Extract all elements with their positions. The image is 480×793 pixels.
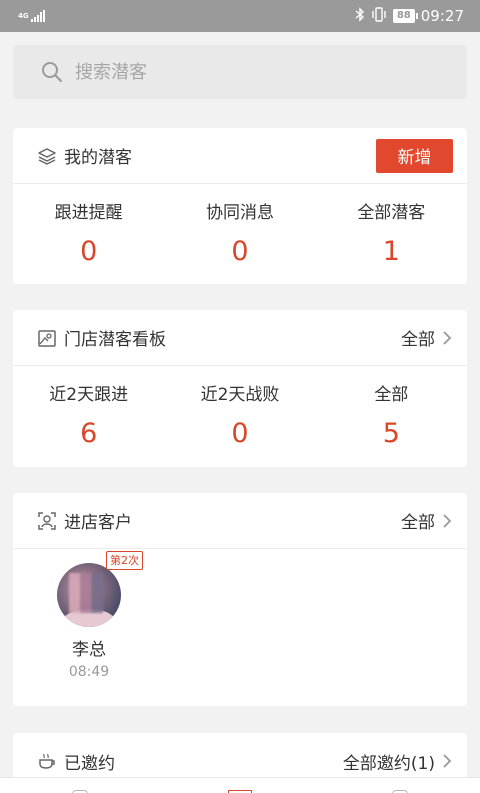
store-visitors-header: 进店客户 全部: [13, 493, 467, 549]
network-label: 4G: [18, 11, 29, 20]
link-label: 全部邀约(1): [342, 753, 435, 774]
chevron-right-icon: [443, 330, 452, 345]
invited-all-link[interactable]: 全部邀约(1): [343, 749, 453, 774]
stat-label: 协同消息: [205, 203, 274, 223]
my-leads-stats: 跟进提醒 0 协同消息 0 全部潜客 1: [13, 184, 467, 284]
stat-value: 5: [382, 418, 400, 449]
stat-value: 0: [231, 418, 249, 449]
store-board-stats: 近2天跟进 6 近2天战败 0 全部 5: [13, 366, 467, 466]
stat-value: 6: [80, 418, 98, 449]
vibrate-icon: [371, 7, 387, 25]
customer-name: 李总: [72, 640, 106, 660]
store-visitors-all-link[interactable]: 全部: [401, 508, 453, 533]
stat-recent-followups[interactable]: 近2天跟进 6: [13, 380, 164, 466]
clock: 09:27: [420, 7, 464, 25]
stat-all[interactable]: 全部 5: [316, 380, 467, 466]
store-visitors-card: 进店客户 全部 第2次 李总 08:49: [13, 493, 467, 706]
customer-item[interactable]: 第2次 李总 08:49: [49, 551, 143, 680]
add-lead-button[interactable]: 新增: [376, 138, 453, 173]
face-scan-icon: [38, 511, 56, 530]
search-icon: [42, 62, 62, 82]
stat-label: 跟进提醒: [54, 203, 123, 223]
stat-recent-lost[interactable]: 近2天战败 0: [164, 380, 315, 466]
chevron-right-icon: [443, 754, 452, 768]
stat-label: 近2天跟进: [49, 385, 129, 405]
avatar: [57, 563, 121, 627]
coffee-cup-icon: [39, 753, 55, 769]
chevron-right-icon: [443, 513, 452, 528]
stat-collab-messages[interactable]: 协同消息 0: [164, 198, 315, 284]
signal-icon: [30, 10, 45, 22]
bluetooth-icon: [355, 7, 365, 25]
my-leads-card: 我的潜客 新增 跟进提醒 0 协同消息 0 全部潜客 1: [13, 128, 467, 284]
board-icon: [38, 329, 56, 347]
search-bar[interactable]: [13, 45, 467, 99]
store-board-title: 门店潜客看板: [64, 330, 166, 350]
layers-icon: [38, 147, 56, 165]
stat-follow-reminder[interactable]: 跟进提醒 0: [13, 198, 164, 284]
link-label: 全部: [401, 330, 435, 350]
search-input[interactable]: [75, 61, 435, 83]
stat-value: 1: [382, 236, 400, 267]
link-label: 全部: [401, 513, 435, 533]
stat-value: 0: [80, 236, 98, 267]
stat-value: 0: [231, 236, 249, 267]
customer-time: 08:49: [68, 664, 110, 680]
visit-count-badge: 第2次: [106, 551, 143, 570]
stat-all-leads[interactable]: 全部潜客 1: [316, 198, 467, 284]
network-type: 4G: [18, 11, 29, 20]
store-visitors-title: 进店客户: [64, 513, 132, 533]
battery-icon: 88: [392, 9, 418, 23]
store-board-all-link[interactable]: 全部: [401, 325, 453, 350]
status-bar: 4G 88 09:27: [0, 0, 480, 32]
signal-area: 4G: [18, 10, 45, 22]
bottom-nav: [0, 777, 480, 793]
store-board-header: 门店潜客看板 全部: [13, 310, 467, 366]
my-leads-title: 我的潜客: [64, 148, 132, 168]
stat-label: 全部潜客: [357, 203, 426, 223]
stat-label: 全部: [374, 385, 409, 405]
store-board-card: 门店潜客看板 全部 近2天跟进 6 近2天战败 0 全部 5: [13, 310, 467, 467]
stat-label: 近2天战败: [200, 385, 280, 405]
my-leads-header: 我的潜客 新增: [13, 128, 467, 184]
invited-title: 已邀约: [64, 753, 115, 774]
